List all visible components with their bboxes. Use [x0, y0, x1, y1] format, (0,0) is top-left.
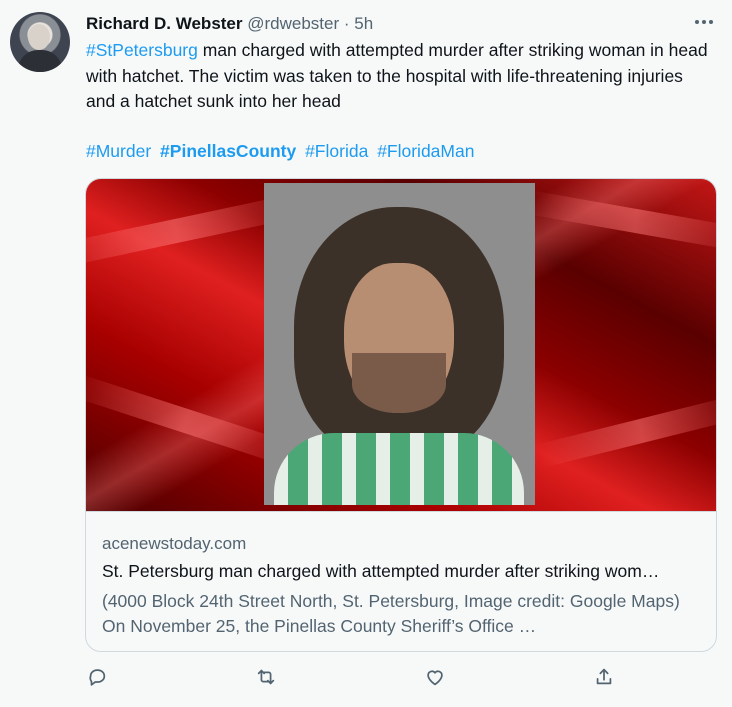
card-meta: acenewstoday.com St. Petersburg man char…	[86, 511, 716, 651]
author-avatar[interactable]	[10, 12, 70, 72]
hashtag-list: #Murder #PinellasCounty #Florida #Florid…	[86, 139, 478, 163]
tweet-timestamp[interactable]: 5h	[354, 14, 373, 33]
like-icon	[427, 670, 443, 686]
retweet-button[interactable]	[253, 664, 279, 690]
share-icon	[596, 668, 612, 685]
hashtag-link[interactable]: #Florida	[305, 141, 368, 161]
tweet-text: #StPetersburg man charged with attempted…	[86, 38, 716, 115]
author-name[interactable]: Richard D. Webster	[86, 14, 243, 33]
ellipsis-icon	[695, 20, 713, 24]
background-beam	[525, 190, 716, 252]
hashtag-link[interactable]: #Murder	[86, 141, 151, 161]
mugshot-beard	[352, 353, 446, 413]
author-handle[interactable]: @rdwebster	[247, 14, 339, 33]
card-domain: acenewstoday.com	[102, 534, 247, 553]
like-button[interactable]	[422, 664, 448, 690]
tweet-actions	[0, 664, 732, 694]
background-beam	[536, 393, 716, 469]
card-description: (4000 Block 24th Street North, St. Peter…	[102, 591, 680, 636]
card-image	[86, 179, 716, 511]
hashtag-link[interactable]: #StPetersburg	[86, 40, 198, 60]
retweet-icon	[257, 669, 275, 685]
avatar-shirt	[18, 50, 62, 72]
reply-button[interactable]	[84, 664, 110, 690]
tweet-header: Richard D. Webster @rdwebster · 5h	[86, 13, 373, 35]
header-separator: ·	[343, 14, 350, 33]
card-title: St. Petersburg man charged with attempte…	[102, 561, 660, 581]
hashtag-link[interactable]: #PinellasCounty	[160, 141, 296, 161]
mugshot-shirt	[274, 433, 524, 505]
avatar-face	[28, 24, 50, 50]
share-button[interactable]	[591, 664, 617, 690]
hashtag-link[interactable]: #FloridaMan	[377, 141, 474, 161]
link-preview-card[interactable]: acenewstoday.com St. Petersburg man char…	[85, 178, 717, 652]
more-options-button[interactable]	[692, 12, 720, 32]
reply-icon	[89, 669, 106, 686]
mugshot-photo	[264, 183, 535, 505]
